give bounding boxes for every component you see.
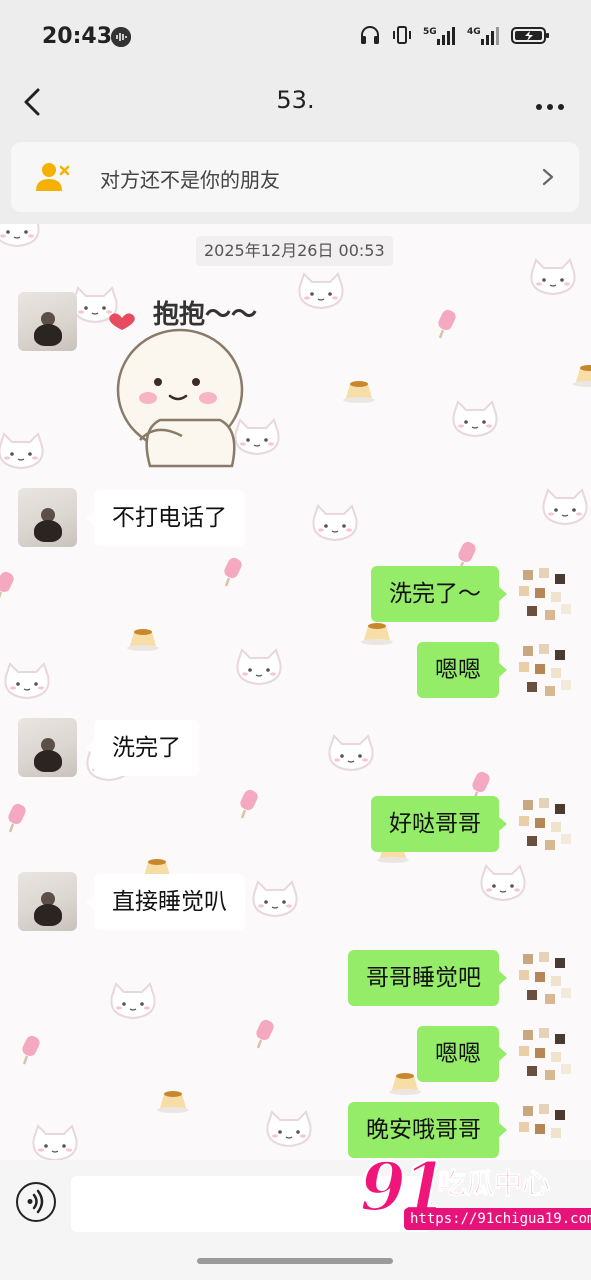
status-time: 20:43 <box>42 24 113 49</box>
my-avatar[interactable] <box>515 1024 577 1086</box>
message-bubble-right[interactable]: 嗯嗯 <box>417 1026 507 1082</box>
battery-charging-icon <box>511 25 551 49</box>
message-timestamp: 2025年12月26日 00:53 <box>196 236 393 266</box>
chevron-right-icon <box>541 167 555 187</box>
watermark-url: https://91chigua19.com <box>404 1208 591 1230</box>
my-avatar[interactable] <box>515 640 577 702</box>
status-bar: 20:43 5G 4G <box>0 0 591 72</box>
my-avatar[interactable] <box>515 564 577 626</box>
audio-indicator-icon <box>111 27 131 47</box>
sticker-caption: 抱抱～～ <box>153 300 258 330</box>
home-indicator[interactable] <box>197 1258 393 1264</box>
message-bubble-right[interactable]: 嗯嗯 <box>417 642 507 698</box>
message-bubble-right[interactable]: 好哒哥哥 <box>371 796 507 852</box>
chat-messages-area[interactable]: 2025年12月26日 00:53 抱抱～～ 不打电话了 洗完了～ 嗯嗯 洗完了… <box>0 224 591 1160</box>
not-friend-text: 对方还不是你的朋友 <box>100 168 280 192</box>
message-bubble-left[interactable]: 洗完了 <box>86 720 199 776</box>
contact-avatar[interactable] <box>18 488 77 547</box>
not-friend-banner[interactable]: 对方还不是你的朋友 <box>11 142 579 212</box>
signal-5g-icon: 5G <box>423 25 457 49</box>
message-bubble-left[interactable]: 不打电话了 <box>86 490 245 546</box>
headphones-icon <box>359 25 381 49</box>
message-bubble-right[interactable]: 哥哥睡觉吧 <box>348 950 507 1006</box>
message-bubble-left[interactable]: 直接睡觉叭 <box>86 874 245 930</box>
watermark-brand: 吃瓜中心 <box>437 1167 551 1201</box>
watermark-logo: 91 吃瓜中心 https://91chigua19.com <box>359 1147 591 1238</box>
contact-avatar[interactable] <box>18 292 77 351</box>
my-avatar[interactable] <box>515 794 577 856</box>
more-options-icon[interactable] <box>535 96 565 110</box>
chat-title: 53. <box>276 86 315 114</box>
signal-4g-icon: 4G <box>467 25 501 49</box>
contact-avatar[interactable] <box>18 872 77 931</box>
vibrate-icon <box>391 25 413 49</box>
contact-avatar[interactable] <box>18 718 77 777</box>
svg-text:4G: 4G <box>467 27 481 37</box>
chat-wallpaper <box>0 224 591 1160</box>
voice-input-icon[interactable] <box>16 1182 56 1222</box>
message-bubble-right[interactable]: 洗完了～ <box>371 566 507 622</box>
svg-text:5G: 5G <box>423 27 437 37</box>
add-friend-icon <box>35 161 71 193</box>
chat-header: 53. <box>0 72 591 132</box>
my-avatar[interactable] <box>515 948 577 1010</box>
